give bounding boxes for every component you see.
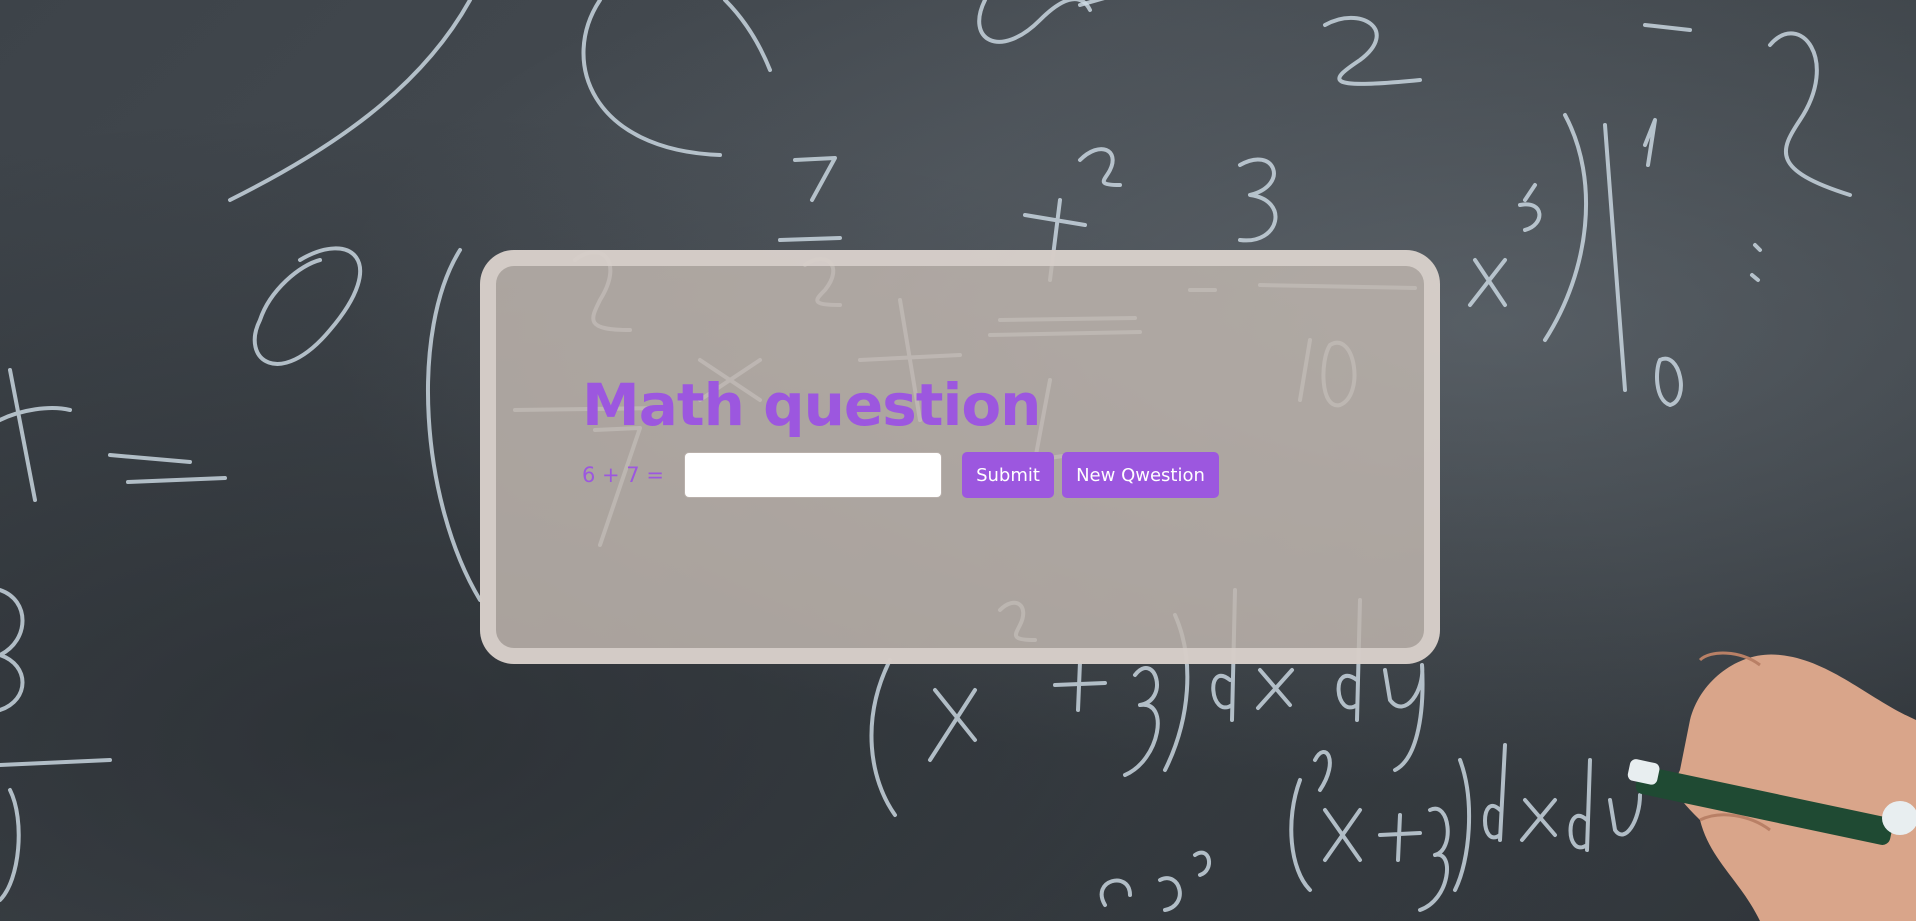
new-question-button[interactable]: New Qwestion: [1062, 452, 1219, 498]
question-text: 6 + 7 =: [582, 463, 664, 487]
question-form: Math question 6 + 7 = Submit New Qwestio…: [582, 372, 1227, 499]
answer-input[interactable]: [684, 452, 942, 498]
question-row: 6 + 7 = Submit New Qwestion: [582, 451, 1227, 499]
page-title: Math question: [582, 371, 1041, 439]
question-card: Math question 6 + 7 = Submit New Qwestio…: [480, 250, 1440, 664]
submit-button[interactable]: Submit: [962, 452, 1054, 498]
hand-with-marker-icon: [1627, 651, 1916, 921]
